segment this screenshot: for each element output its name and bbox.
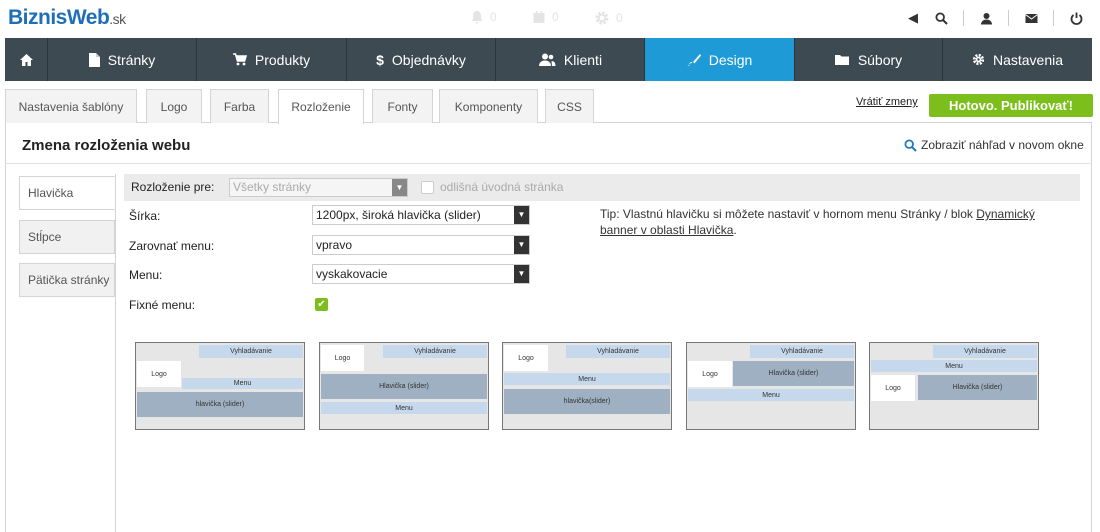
notification-bell[interactable]: 0 [470,10,497,24]
tab-components[interactable]: Komponenty [439,89,538,123]
cog-icon [972,53,985,66]
layout-menu-block: Menu [321,402,487,414]
page-title: Zmena rozloženia webu [22,137,191,154]
toolbar-divider [1053,10,1054,26]
user-toolbar: ◀ [899,10,1090,26]
layout-option-5[interactable]: Vyhladávanie Menu Logo Hlavička (slider) [869,342,1039,430]
layout-option-1[interactable]: Vyhladávanie Logo Menu hlavička (slider) [135,342,305,430]
layout-menu-block: Menu [504,373,670,385]
page-icon [88,52,100,67]
layout-search-block: Vyhladávanie [750,345,854,358]
layout-for-select[interactable]: Všetky stránky ▼ [229,178,408,197]
top-bar: BiznisWeb.sk 0 0 0 ◀ [0,0,1100,38]
nav-design[interactable]: Design [645,38,795,81]
tab-layout[interactable]: Rozloženie [278,89,364,124]
tab-color[interactable]: Farba [210,89,269,123]
tab-logo[interactable]: Logo [146,89,202,123]
layout-header-block: Hlavička (slider) [733,361,854,386]
fixed-menu-label: Fixné menu: [129,298,196,312]
layout-logo-block: Logo [137,361,181,387]
notification-count: 0 [552,10,559,24]
layout-menu-block: Menu [871,360,1037,372]
check-icon: ✔ [317,299,326,310]
sidebar-divider [115,174,116,532]
power-icon[interactable] [1062,12,1090,25]
layout-for-label: Rozloženie pre: [131,180,215,194]
layout-option-4[interactable]: Vyhladávanie Logo Hlavička (slider) Menu [686,342,856,430]
bell-icon [471,11,483,24]
nav-files[interactable]: Súbory [795,38,943,81]
folder-icon [834,54,849,65]
layout-menu-block: Menu [688,389,854,401]
different-homepage-checkbox[interactable] [421,181,434,194]
layout-search-block: Vyhladávanie [199,345,303,358]
tip-text: Tip: Vlastnú hlavičku si môžete nastaviť… [600,207,1035,237]
nav-settings[interactable]: Nastavenia [943,38,1092,81]
layout-option-2[interactable]: Vyhladávanie Logo Hlavička (slider) Menu [319,342,489,430]
tab-css[interactable]: CSS [545,89,594,123]
layout-header-block: hlavička (slider) [137,392,303,417]
users-icon [538,53,556,66]
nav-orders[interactable]: $ Objednávky [347,38,496,81]
layout-option-3[interactable]: Vyhladávanie Logo Menu hlavička(slider) [502,342,672,430]
layout-logo-block: Logo [688,361,732,387]
chevron-down-icon: ▼ [514,236,529,254]
tab-template-settings[interactable]: Nastavenia šablóny [5,89,137,123]
sidebar-item-header[interactable]: Hlavička [19,176,115,210]
preview-link[interactable]: Zobraziť náhľad v novom okne [904,138,1084,152]
sidebar-item-footer[interactable]: Pätička stránky [19,263,115,297]
gear-icon [595,11,609,25]
nav-pages[interactable]: Stránky [48,38,197,81]
notification-settings[interactable]: 0 [594,10,623,26]
chevron-down-icon: ▼ [514,206,529,224]
menu-align-label: Zarovnať menu: [129,239,215,253]
main-nav: Stránky Produkty $ Objednávky Klienti De… [5,38,1092,81]
menu-type-label: Menu: [129,268,163,282]
menu-align-select[interactable]: vpravo ▼ [312,235,530,255]
notification-count: 0 [490,10,497,24]
publish-button[interactable]: Hotovo. Publikovať! [929,94,1093,117]
layout-search-block: Vyhladávanie [566,345,670,358]
layout-header-block: Hlavička (slider) [321,374,487,399]
mail-icon[interactable] [1017,13,1045,24]
sidebar-item-columns[interactable]: Stĺpce [19,220,115,254]
home-icon [19,53,33,66]
toolbar-divider [1008,10,1009,26]
different-homepage-label: odlišná úvodná stránka [440,180,564,194]
chevron-down-icon: ▼ [392,179,407,196]
layout-header-block: Hlavička (slider) [918,375,1037,400]
layout-search-block: Vyhladávanie [383,345,487,358]
menu-type-select[interactable]: vyskakovacie ▼ [312,264,530,284]
cart-icon [232,53,247,66]
nav-products[interactable]: Produkty [197,38,347,81]
width-select[interactable]: 1200px, široká hlavička (slider) ▼ [312,205,530,225]
layout-logo-block: Logo [321,345,364,371]
brand-logo[interactable]: BiznisWeb.sk [8,6,126,30]
revert-changes-link[interactable]: Vrátiť zmeny [856,96,918,108]
notification-count: 0 [616,11,623,25]
caret-left-icon[interactable]: ◀ [899,10,927,26]
notification-calendar[interactable]: 0 [532,10,559,24]
chevron-down-icon: ▼ [514,265,529,283]
layout-search-block: Vyhladávanie [933,345,1037,358]
layout-header-block: hlavička(slider) [504,389,670,414]
brush-icon [686,53,701,66]
search-icon [904,138,917,152]
user-icon[interactable] [972,12,1000,25]
width-label: Šírka: [129,209,161,223]
nav-home[interactable] [5,38,48,81]
layout-menu-block: Menu [182,378,303,389]
toolbar-divider [963,10,964,26]
tab-fonts[interactable]: Fonty [372,89,433,123]
layout-logo-block: Logo [871,375,915,401]
search-icon[interactable] [927,11,955,25]
title-divider [5,163,1092,164]
layout-logo-block: Logo [504,345,548,371]
fixed-menu-checkbox[interactable]: ✔ [315,298,328,311]
calendar-icon [533,11,545,23]
dollar-icon: $ [376,51,384,68]
nav-clients[interactable]: Klienti [496,38,645,81]
